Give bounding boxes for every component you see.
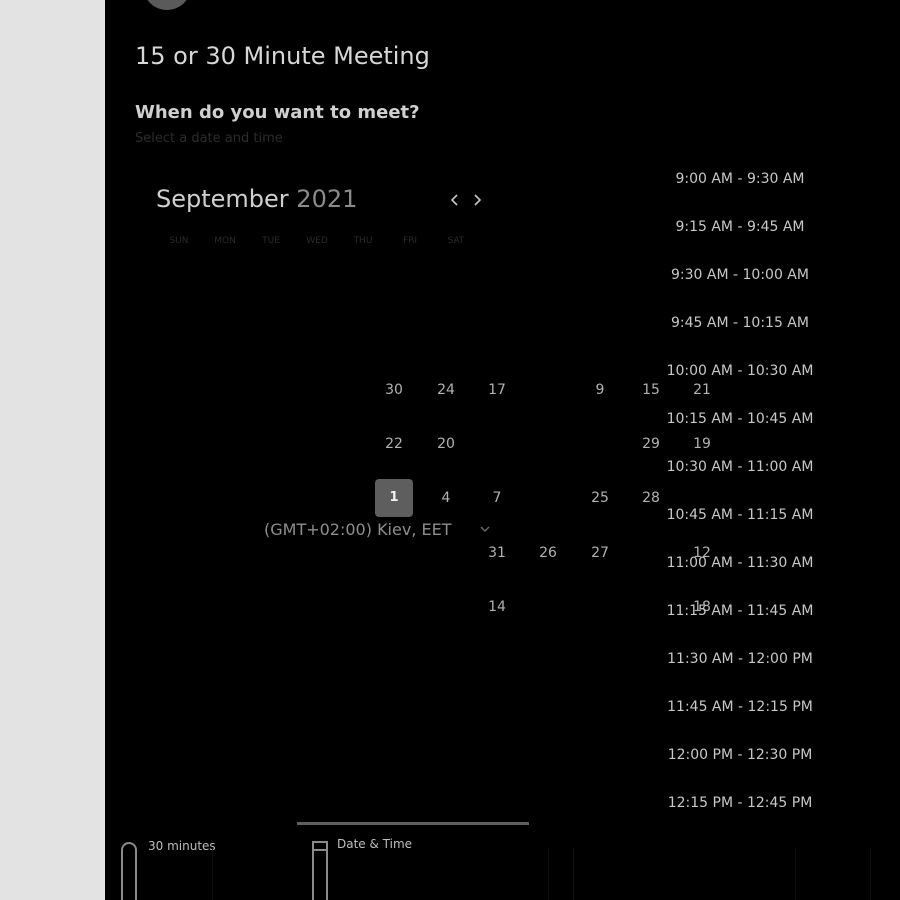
calendar-day[interactable]: 9 — [581, 371, 619, 409]
chevron-right-icon — [474, 194, 482, 206]
calendar-day[interactable]: 17 — [478, 371, 516, 409]
calendar-month-year: September 2021 — [156, 185, 357, 213]
question-subtitle: Select a date and time — [135, 131, 283, 146]
divider — [212, 848, 213, 900]
divider — [573, 848, 574, 900]
divider — [870, 848, 871, 900]
time-slot[interactable]: 10:30 AM - 11:00 AM — [660, 459, 820, 475]
chevron-left-icon — [450, 194, 458, 206]
calendar-month: September — [156, 185, 289, 213]
time-slot[interactable]: 11:45 AM - 12:15 PM — [660, 699, 820, 715]
calendar-day[interactable]: 22 — [375, 425, 413, 463]
time-slot[interactable]: 9:45 AM - 10:15 AM — [660, 315, 820, 331]
prev-month-button[interactable] — [445, 189, 465, 211]
weekday-fri: FRI — [402, 236, 418, 246]
calendar-icon — [312, 841, 328, 900]
weekday-wed: WED — [306, 236, 328, 246]
weekday-mon: MON — [214, 236, 236, 246]
meeting-title: 15 or 30 Minute Meeting — [135, 42, 430, 70]
time-slot[interactable]: 12:00 PM - 12:30 PM — [660, 747, 820, 763]
weekday-sun: SUN — [169, 236, 189, 246]
weekday-thu: THU — [353, 236, 373, 246]
calendar-day[interactable]: 19 — [683, 425, 721, 463]
calendar-day[interactable]: 27 — [581, 534, 619, 572]
calendar-day[interactable]: 7 — [478, 479, 516, 517]
calendar-year: 2021 — [296, 185, 358, 213]
time-slot[interactable]: 9:00 AM - 9:30 AM — [660, 171, 820, 187]
time-slot[interactable]: 9:30 AM - 10:00 AM — [660, 267, 820, 283]
left-gutter — [0, 0, 105, 900]
chevron-down-icon — [480, 526, 490, 532]
time-slot[interactable]: 11:15 AM - 11:45 AM — [660, 603, 820, 619]
divider — [548, 848, 549, 900]
calendar-day-selected[interactable]: 1 — [375, 479, 413, 517]
weekday-tue: TUE — [262, 236, 280, 246]
clock-icon — [121, 842, 137, 900]
question-heading: When do you want to meet? — [135, 102, 420, 123]
calendar-day[interactable]: 20 — [427, 425, 465, 463]
calendar-day[interactable]: 29 — [632, 425, 670, 463]
active-step-indicator — [297, 822, 529, 825]
calendar-day[interactable]: 26 — [529, 534, 567, 572]
calendar-day[interactable]: 30 — [375, 371, 413, 409]
time-slot[interactable]: 11:30 AM - 12:00 PM — [660, 651, 820, 667]
calendar-day[interactable]: 24 — [427, 371, 465, 409]
time-slot[interactable]: 10:45 AM - 11:15 AM — [660, 507, 820, 523]
scheduler-page: 15 or 30 Minute Meeting When do you want… — [0, 0, 900, 900]
weekday-sat: SAT — [447, 236, 465, 246]
calendar-day[interactable]: 31 — [478, 534, 516, 572]
calendar-day[interactable]: 4 — [427, 479, 465, 517]
time-slot[interactable]: 9:15 AM - 9:45 AM — [660, 219, 820, 235]
timezone-select[interactable]: (GMT+02:00) Kiev, EET — [264, 520, 451, 539]
next-month-button[interactable] — [467, 189, 487, 211]
step-duration-label[interactable]: 30 minutes — [148, 839, 216, 853]
calendar-day[interactable]: 14 — [478, 588, 516, 626]
time-slot[interactable]: 12:15 PM - 12:45 PM — [660, 795, 820, 811]
divider — [795, 848, 796, 900]
time-slot[interactable]: 11:00 AM - 11:30 AM — [660, 555, 820, 571]
calendar-day[interactable]: 25 — [581, 479, 619, 517]
time-slot[interactable]: 10:15 AM - 10:45 AM — [660, 411, 820, 427]
step-date-time-label[interactable]: Date & Time — [337, 837, 412, 851]
time-slot[interactable]: 10:00 AM - 10:30 AM — [660, 363, 820, 379]
